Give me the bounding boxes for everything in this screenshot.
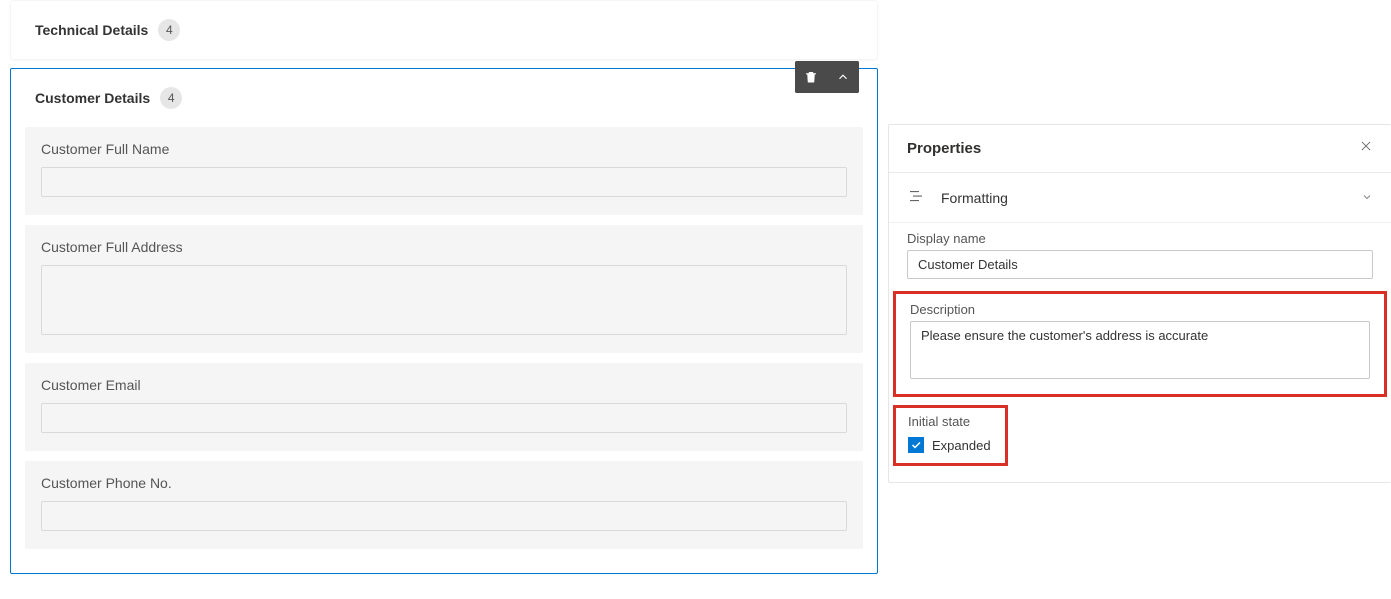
- section-title: Technical Details: [35, 22, 148, 38]
- field-customer-full-address[interactable]: Customer Full Address: [25, 225, 863, 353]
- check-icon: [910, 439, 922, 451]
- collapse-button[interactable]: [827, 61, 859, 93]
- trash-icon: [804, 70, 818, 84]
- display-name-label: Display name: [907, 231, 1373, 246]
- field-label: Customer Full Name: [41, 141, 847, 157]
- display-name-row: Display name: [889, 223, 1391, 287]
- section-technical-details[interactable]: Technical Details 4: [10, 0, 878, 60]
- description-input[interactable]: [910, 321, 1370, 379]
- field-customer-phone[interactable]: Customer Phone No.: [25, 461, 863, 549]
- field-label: Customer Email: [41, 377, 847, 393]
- fields-container: Customer Full Name Customer Full Address…: [11, 127, 877, 573]
- formatting-accordion[interactable]: Formatting: [889, 173, 1391, 223]
- description-label: Description: [910, 302, 1370, 317]
- initial-state-label: Initial state: [908, 414, 991, 429]
- field-count-badge: 4: [160, 87, 182, 109]
- section-header[interactable]: Technical Details 4: [11, 1, 877, 59]
- section-toolbar: [795, 61, 859, 93]
- initial-state-highlight: Initial state Expanded: [893, 405, 1008, 466]
- field-input[interactable]: [41, 501, 847, 531]
- field-customer-email[interactable]: Customer Email: [25, 363, 863, 451]
- close-button[interactable]: [1359, 139, 1373, 158]
- close-icon: [1359, 139, 1373, 153]
- properties-panel: Properties Formatting: [888, 124, 1391, 483]
- field-input[interactable]: [41, 167, 847, 197]
- display-name-input[interactable]: [907, 250, 1373, 279]
- field-input[interactable]: [41, 265, 847, 335]
- description-highlight: Description: [893, 291, 1387, 397]
- field-count-badge: 4: [158, 19, 180, 41]
- section-title: Customer Details: [35, 90, 150, 106]
- field-input[interactable]: [41, 403, 847, 433]
- section-customer-details[interactable]: Customer Details 4 Customer Full Name Cu…: [10, 68, 878, 574]
- delete-button[interactable]: [795, 61, 827, 93]
- chevron-down-icon: [1361, 190, 1373, 206]
- expanded-checkbox-row[interactable]: Expanded: [908, 437, 991, 453]
- formatting-icon: [907, 187, 925, 208]
- formatting-label: Formatting: [941, 190, 1361, 206]
- field-label: Customer Phone No.: [41, 475, 847, 491]
- field-label: Customer Full Address: [41, 239, 847, 255]
- expanded-label: Expanded: [932, 438, 991, 453]
- properties-header: Properties: [889, 125, 1391, 173]
- properties-title: Properties: [907, 140, 981, 157]
- section-header[interactable]: Customer Details 4: [11, 69, 877, 127]
- chevron-up-icon: [836, 70, 850, 84]
- expanded-checkbox[interactable]: [908, 437, 924, 453]
- field-customer-full-name[interactable]: Customer Full Name: [25, 127, 863, 215]
